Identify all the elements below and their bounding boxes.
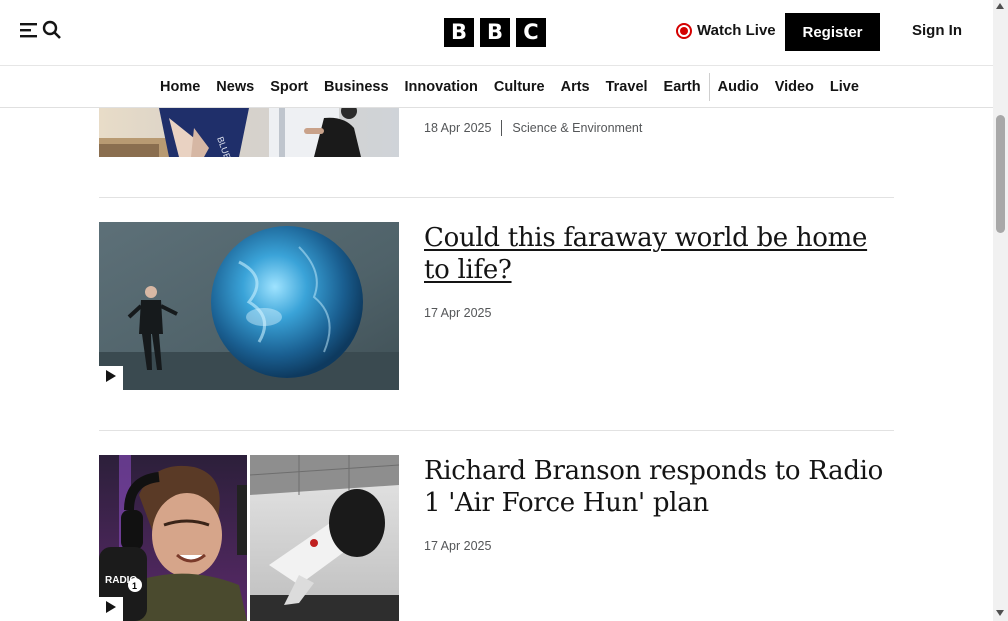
- nav-item-travel[interactable]: Travel: [598, 79, 656, 95]
- logo-letter: B: [480, 18, 510, 47]
- menu-search-button[interactable]: [20, 20, 64, 44]
- meta-separator: [501, 120, 503, 136]
- list-item: BLUE 18 Apr 2025 Science & Environment: [99, 108, 894, 197]
- main-navigation: Home News Sport Business Innovation Cult…: [0, 66, 993, 108]
- bbc-logo[interactable]: B B C: [444, 18, 546, 47]
- nav-item-culture[interactable]: Culture: [486, 79, 553, 95]
- nav-item-arts[interactable]: Arts: [553, 79, 598, 95]
- article-headline-link[interactable]: Could this faraway world be home to life…: [424, 222, 894, 286]
- play-video-button[interactable]: [99, 366, 123, 390]
- play-icon: [106, 369, 116, 387]
- nav-item-business[interactable]: Business: [316, 79, 396, 95]
- play-icon: [106, 600, 116, 618]
- search-icon: [42, 20, 62, 45]
- logo-letter: B: [444, 18, 474, 47]
- live-indicator-icon: [676, 22, 692, 39]
- radio-presenter-and-rocket-photo[interactable]: RADIO 1: [99, 455, 399, 621]
- sign-in-button[interactable]: Sign In: [912, 22, 962, 39]
- nav-item-innovation[interactable]: Innovation: [397, 79, 486, 95]
- watch-live-label: Watch Live: [697, 22, 776, 39]
- svg-text:1: 1: [132, 581, 137, 591]
- logo-letter: C: [516, 18, 546, 47]
- article-date: 18 Apr 2025: [424, 121, 492, 135]
- nav-item-live[interactable]: Live: [822, 79, 867, 95]
- list-divider: [99, 197, 894, 198]
- article-headline-link[interactable]: Richard Branson responds to Radio 1 'Air…: [424, 455, 894, 519]
- list-divider: [99, 430, 894, 431]
- list-item: RADIO 1 Richard Branson responds to Radi…: [99, 455, 894, 621]
- vertical-scrollbar[interactable]: [993, 0, 1008, 621]
- article-meta: 17 Apr 2025: [424, 539, 491, 553]
- list-item: Could this faraway world be home to life…: [99, 222, 894, 390]
- register-button[interactable]: Register: [785, 13, 880, 51]
- menu-icon: [20, 21, 40, 44]
- nav-item-video[interactable]: Video: [767, 79, 822, 95]
- scrollbar-thumb[interactable]: [996, 115, 1005, 233]
- scroll-down-arrow-icon[interactable]: [996, 610, 1004, 616]
- presenter-with-planet-photo[interactable]: [99, 222, 399, 390]
- article-meta: 18 Apr 2025 Science & Environment: [424, 120, 642, 136]
- nav-item-news[interactable]: News: [208, 79, 262, 95]
- scroll-up-arrow-icon[interactable]: [996, 3, 1004, 9]
- article-list: BLUE 18 Apr 2025 Science & Environment C…: [0, 108, 993, 621]
- astronaut-crew-photo[interactable]: BLUE: [99, 108, 399, 157]
- nav-item-audio[interactable]: Audio: [710, 79, 767, 95]
- article-date: 17 Apr 2025: [424, 306, 492, 320]
- article-date: 17 Apr 2025: [424, 539, 492, 553]
- article-topic-link[interactable]: Science & Environment: [512, 121, 642, 135]
- top-bar: B B C Watch Live Register Sign In: [0, 0, 993, 66]
- nav-item-earth[interactable]: Earth: [656, 79, 709, 95]
- play-video-button[interactable]: [99, 597, 123, 621]
- article-meta: 17 Apr 2025: [424, 306, 491, 320]
- nav-item-sport[interactable]: Sport: [262, 79, 316, 95]
- nav-item-home[interactable]: Home: [152, 79, 208, 95]
- watch-live-link[interactable]: Watch Live: [676, 22, 776, 39]
